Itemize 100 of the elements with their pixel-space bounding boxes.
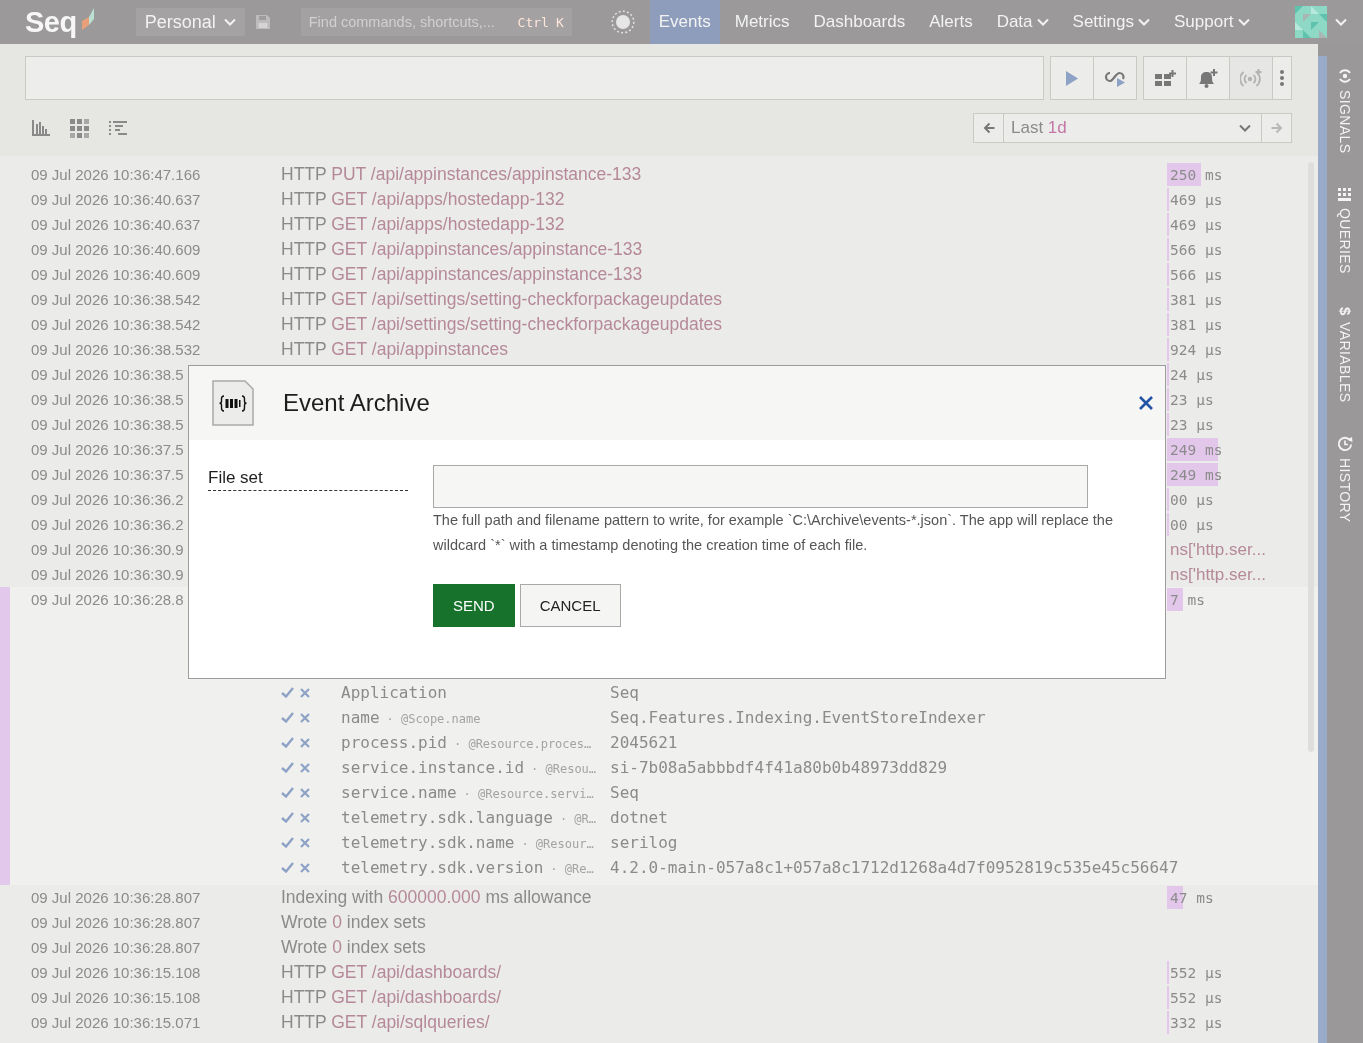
sidebar-tab[interactable]: SIGNALS (1337, 68, 1353, 154)
submit-button[interactable]: SEND (433, 584, 515, 627)
help-text: The full path and filename pattern to write, for example `C:\Archive\events-*.json`. The app will replace the wildcard `*` with a timestamp denoting the creation time of each file. (433, 511, 1114, 555)
event-duration: 250 ms (1169, 166, 1223, 183)
account-menu-button[interactable] (1295, 6, 1347, 38)
chevron-down-icon[interactable] (1239, 124, 1251, 132)
check-icon[interactable] (281, 862, 294, 873)
sidebar-tab[interactable]: HISTORY (1337, 436, 1353, 523)
kebab-menu-icon[interactable] (1280, 70, 1284, 86)
time-range-dropdown[interactable]: Last 1d (1004, 113, 1261, 143)
field-label: File set (208, 468, 408, 491)
event-message: HTTP PUT /api/appinstances/appinstance-133 (281, 164, 642, 184)
event-expression: ns['http.ser... (1169, 564, 1266, 585)
event-timestamp: 09 Jul 2026 10:36:28.807 (31, 938, 201, 956)
dots-grid-icon[interactable] (1338, 187, 1352, 202)
event-timestamp: 09 Jul 2026 10:36:38.5 (31, 365, 184, 383)
event-duration: 249 ms (1169, 441, 1223, 458)
event-timestamp: 09 Jul 2026 10:36:36.2 (31, 515, 184, 533)
nav-tab[interactable]: Alerts (920, 0, 982, 44)
radio-waves-icon[interactable] (1337, 68, 1353, 84)
cross-icon[interactable] (300, 862, 310, 873)
event-duration: 552 µs (1169, 964, 1223, 981)
add-chart-button[interactable] (1143, 56, 1187, 100)
check-icon[interactable] (281, 737, 294, 748)
more-button[interactable] (1272, 56, 1292, 100)
run-button[interactable] (1050, 56, 1094, 100)
event-duration: 249 ms (1169, 466, 1223, 483)
grid-icon[interactable] (70, 118, 89, 138)
property-name: service.instance.id (341, 758, 525, 777)
property-name: telemetry.sdk.language (341, 808, 553, 827)
event-timestamp: 09 Jul 2026 10:36:38.542 (31, 290, 201, 308)
check-icon[interactable] (281, 787, 294, 798)
event-timestamp: 09 Jul 2026 10:36:30.9 (31, 565, 184, 583)
cross-icon[interactable] (300, 787, 310, 798)
loop-button[interactable] (1093, 56, 1137, 100)
event-timestamp: 09 Jul 2026 10:36:40.637 (31, 190, 201, 208)
cross-icon[interactable] (300, 837, 310, 848)
bar-chart-icon[interactable] (32, 120, 50, 136)
history-clock-icon[interactable] (1337, 436, 1353, 453)
check-icon[interactable] (281, 687, 294, 698)
play-icon[interactable] (1066, 70, 1078, 86)
event-duration: 00 µs (1169, 491, 1214, 508)
check-icon[interactable] (281, 812, 294, 823)
property-value: Seq.Features.Indexing.EventStoreIndexer (610, 708, 986, 727)
cross-icon[interactable] (300, 737, 310, 748)
cross-icon[interactable] (300, 712, 310, 723)
property-path: · @Resource.proces… (453, 737, 592, 751)
dialog-title: Event Archive (283, 389, 430, 417)
nav-tab[interactable]: Events (649, 0, 720, 44)
sidebar-tab[interactable]: $ VARIABLES (1337, 307, 1353, 403)
property-name: telemetry.sdk.name (341, 833, 515, 852)
property-value: dotnet (610, 808, 668, 827)
property-value: 4.2.0-main-057a8c1+057a8c1712d1268a4d7f0952819c535e45c56647 (610, 858, 1179, 877)
infinity-play-icon[interactable] (1104, 69, 1126, 87)
property-name: service.name (341, 783, 457, 802)
event-message: Wrote 0 index sets (281, 912, 426, 932)
cancel-button[interactable]: CANCEL (519, 584, 621, 627)
event-timestamp: 09 Jul 2026 10:36:37.5 (31, 440, 184, 458)
event-timestamp: 09 Jul 2026 10:36:40.609 (31, 265, 201, 283)
check-icon[interactable] (281, 712, 294, 723)
property-value: serilog (610, 833, 678, 852)
event-duration: 23 µs (1169, 391, 1214, 408)
property-value: si-7b08a5abbbdf4f41a80b0b48973dd829 (610, 758, 948, 777)
event-timestamp: 09 Jul 2026 10:36:47.166 (31, 165, 201, 183)
check-icon[interactable] (281, 837, 294, 848)
event-duration: 566 µs (1169, 266, 1223, 283)
nav-tab[interactable]: Settings (1063, 0, 1159, 44)
query-field[interactable] (25, 56, 1044, 100)
event-timestamp: 09 Jul 2026 10:36:40.609 (31, 240, 201, 258)
close-icon[interactable] (1139, 396, 1153, 410)
file-set-field[interactable] (433, 465, 1088, 508)
logo-icon[interactable] (81, 8, 94, 30)
cross-icon[interactable] (300, 762, 310, 773)
event-duration: 469 µs (1169, 191, 1223, 208)
arrow-left-icon[interactable] (982, 122, 995, 134)
cross-icon[interactable] (300, 687, 310, 698)
indented-list-icon[interactable] (109, 121, 127, 135)
add-alert-button[interactable] (1186, 56, 1230, 100)
app-logo[interactable]: Seq (25, 5, 77, 39)
nav-tab[interactable]: Metrics (725, 0, 799, 44)
event-duration: 552 µs (1169, 989, 1223, 1006)
check-icon[interactable] (281, 762, 294, 773)
grid-plus-icon[interactable] (1154, 70, 1176, 86)
event-timestamp: 09 Jul 2026 10:36:38.5 (31, 390, 184, 408)
event-timestamp: 09 Jul 2026 10:36:28.807 (31, 913, 201, 931)
dollar-sign-icon[interactable]: $ (1337, 307, 1353, 316)
nav-tab[interactable]: Data (987, 0, 1058, 44)
bell-plus-icon[interactable] (1198, 68, 1218, 88)
event-message: Wrote 0 index sets (281, 937, 426, 957)
cross-icon[interactable] (300, 812, 310, 823)
sidebar-tab[interactable]: QUERIES (1337, 187, 1353, 274)
event-message: HTTP GET /api/settings/setting-checkforpackageupdates (281, 289, 722, 309)
property-name: Application (341, 683, 447, 702)
nav-tab[interactable]: Support (1165, 0, 1259, 44)
nav-tab[interactable]: Dashboards (804, 0, 915, 44)
property-value: 2045621 (610, 733, 678, 752)
sun-icon[interactable] (610, 10, 635, 34)
workspace-dropdown[interactable]: Personal (135, 8, 245, 36)
previous-range-button[interactable] (973, 113, 1004, 143)
avatar-pattern-icon[interactable] (1295, 6, 1327, 38)
